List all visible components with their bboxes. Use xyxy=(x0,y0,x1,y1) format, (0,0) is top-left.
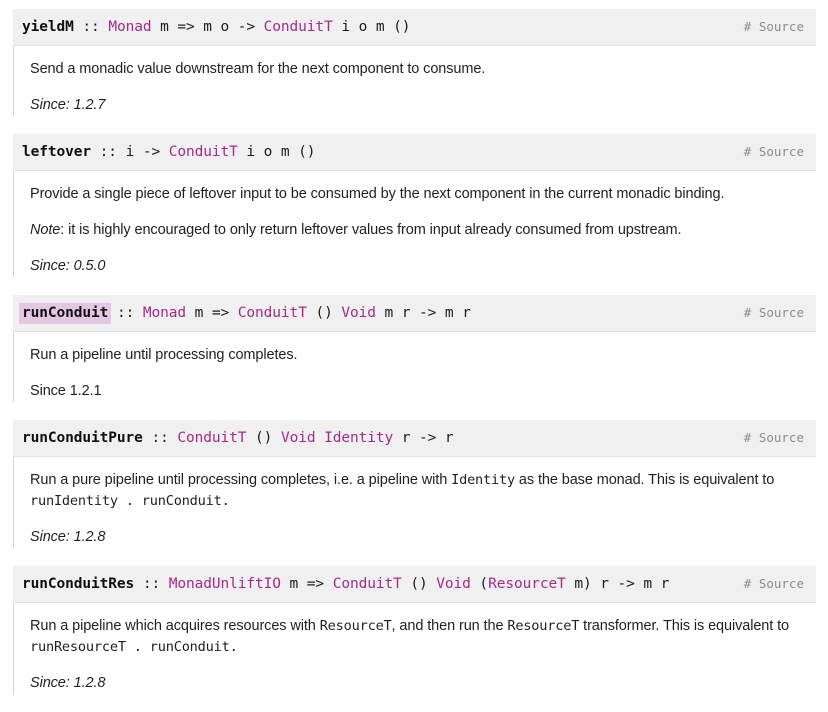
description-text: Run a pure pipeline until processing com… xyxy=(30,472,452,488)
sig-token: i o m () xyxy=(237,144,316,160)
type-link-Monad[interactable]: Monad xyxy=(108,19,151,35)
inline-code-ResourceT-2: ResourceT xyxy=(507,618,580,634)
sig-token: i o m () xyxy=(332,19,411,35)
entity-runConduitPure: runConduitPure :: ConduitT () Void Ident… xyxy=(0,420,828,566)
sig-token: ( xyxy=(470,576,489,592)
sig-token: () xyxy=(401,576,437,592)
haddock-documentation-root: yieldM :: Monad m => m o -> ConduitT i o… xyxy=(0,0,828,712)
function-name-leftover[interactable]: leftover xyxy=(22,144,91,160)
description-yieldM: Send a monadic value downstream for the … xyxy=(13,46,816,116)
sig-token: :: xyxy=(108,305,143,321)
sig-token: m => xyxy=(280,576,333,592)
sig-token: m => m o -> xyxy=(151,19,264,35)
sig-token: () xyxy=(246,430,281,446)
description-paragraph: Provide a single piece of leftover input… xyxy=(30,186,725,202)
entity-runConduitRes: runConduitRes :: MonadUnliftIO m => Cond… xyxy=(0,566,828,712)
sig-token: :: xyxy=(142,430,178,446)
description-paragraph: Send a monadic value downstream for the … xyxy=(30,61,486,77)
since-label: Since 1.2.1 xyxy=(30,383,102,399)
sig-token: :: xyxy=(134,576,169,592)
signature-bar-runConduitRes: runConduitRes :: MonadUnliftIO m => Cond… xyxy=(13,566,816,603)
type-link-ResourceT[interactable]: ResourceT xyxy=(488,576,566,592)
since-label: Since: 1.2.7 xyxy=(30,97,106,113)
source-link[interactable]: # Source xyxy=(724,430,804,445)
type-link-ConduitT[interactable]: ConduitT xyxy=(333,576,402,592)
inline-code-Identity: Identity xyxy=(451,472,515,488)
signature-bar-runConduitPure: runConduitPure :: ConduitT () Void Ident… xyxy=(13,420,816,457)
source-link[interactable]: # Source xyxy=(724,305,804,320)
type-link-ConduitT[interactable]: ConduitT xyxy=(177,430,246,446)
type-link-Void[interactable]: Void xyxy=(436,576,471,592)
entity-runConduit: runConduit :: Monad m => ConduitT () Voi… xyxy=(0,295,828,420)
signature-text-leftover: leftover :: i -> ConduitT i o m () xyxy=(22,143,316,161)
signature-text-runConduitRes: runConduitRes :: MonadUnliftIO m => Cond… xyxy=(22,575,669,593)
sig-token: :: xyxy=(73,19,109,35)
signature-bar-runConduit: runConduit :: Monad m => ConduitT () Voi… xyxy=(13,295,816,332)
description-runConduit: Run a pipeline until processing complete… xyxy=(13,332,816,402)
signature-text-runConduitPure: runConduitPure :: ConduitT () Void Ident… xyxy=(22,429,454,447)
inline-code-ResourceT: ResourceT xyxy=(319,618,392,634)
description-text: transformer. This is equivalent to xyxy=(579,618,790,634)
description-paragraph: Run a pipeline which acquires resources … xyxy=(30,616,816,658)
type-link-Identity[interactable]: Identity xyxy=(324,430,393,446)
note-label: Note xyxy=(30,222,61,238)
note-text: : it is highly encouraged to only return… xyxy=(60,222,682,238)
inline-code-expression: runIdentity . runConduit. xyxy=(30,493,230,509)
sig-token: :: i -> xyxy=(91,144,169,160)
entity-leftover: leftover :: i -> ConduitT i o m () # Sou… xyxy=(0,134,828,295)
sig-token: r -> r xyxy=(393,430,454,446)
since-label: Since: 0.5.0 xyxy=(30,258,106,274)
signature-text-yieldM: yieldM :: Monad m => m o -> ConduitT i o… xyxy=(22,18,410,36)
description-runConduitPure: Run a pure pipeline until processing com… xyxy=(13,457,816,548)
sig-token: m) r -> m r xyxy=(565,576,670,592)
sig-token: () xyxy=(306,305,342,321)
sig-token: m r -> m r xyxy=(375,305,471,321)
description-runConduitRes: Run a pipeline which acquires resources … xyxy=(13,603,816,694)
since-label: Since: 1.2.8 xyxy=(30,529,106,545)
type-link-Monad[interactable]: Monad xyxy=(143,305,186,321)
function-name-runConduit[interactable]: runConduit xyxy=(19,303,112,324)
source-link[interactable]: # Source xyxy=(724,19,804,34)
sig-token xyxy=(315,430,324,446)
function-name-yieldM[interactable]: yieldM xyxy=(22,19,74,35)
function-name-runConduitRes[interactable]: runConduitRes xyxy=(22,576,134,592)
description-paragraph: Run a pipeline until processing complete… xyxy=(30,347,298,363)
type-link-Void[interactable]: Void xyxy=(281,430,316,446)
type-link-ConduitT[interactable]: ConduitT xyxy=(169,144,238,160)
type-link-Void[interactable]: Void xyxy=(341,305,376,321)
source-link[interactable]: # Source xyxy=(724,576,804,591)
type-link-MonadUnliftIO[interactable]: MonadUnliftIO xyxy=(169,576,281,592)
entity-yieldM: yieldM :: Monad m => m o -> ConduitT i o… xyxy=(0,9,828,134)
type-link-ConduitT[interactable]: ConduitT xyxy=(238,305,307,321)
signature-bar-leftover: leftover :: i -> ConduitT i o m () # Sou… xyxy=(13,134,816,171)
note-paragraph: Note: it is highly encouraged to only re… xyxy=(30,220,816,241)
since-label: Since: 1.2.8 xyxy=(30,675,106,691)
sig-token: m => xyxy=(186,305,238,321)
description-text: Run a pipeline which acquires resources … xyxy=(30,618,320,634)
signature-text-runConduit: runConduit :: Monad m => ConduitT () Voi… xyxy=(19,303,471,324)
function-name-runConduitPure[interactable]: runConduitPure xyxy=(22,430,143,446)
description-leftover: Provide a single piece of leftover input… xyxy=(13,171,816,277)
source-link[interactable]: # Source xyxy=(724,144,804,159)
description-paragraph: Run a pure pipeline until processing com… xyxy=(30,470,816,512)
type-link-ConduitT[interactable]: ConduitT xyxy=(264,19,333,35)
inline-code-expression: runResourceT . runConduit. xyxy=(30,639,238,655)
description-text: , and then run the xyxy=(391,618,508,634)
signature-bar-yieldM: yieldM :: Monad m => m o -> ConduitT i o… xyxy=(13,9,816,46)
description-text: as the base monad. This is equivalent to xyxy=(514,472,775,488)
